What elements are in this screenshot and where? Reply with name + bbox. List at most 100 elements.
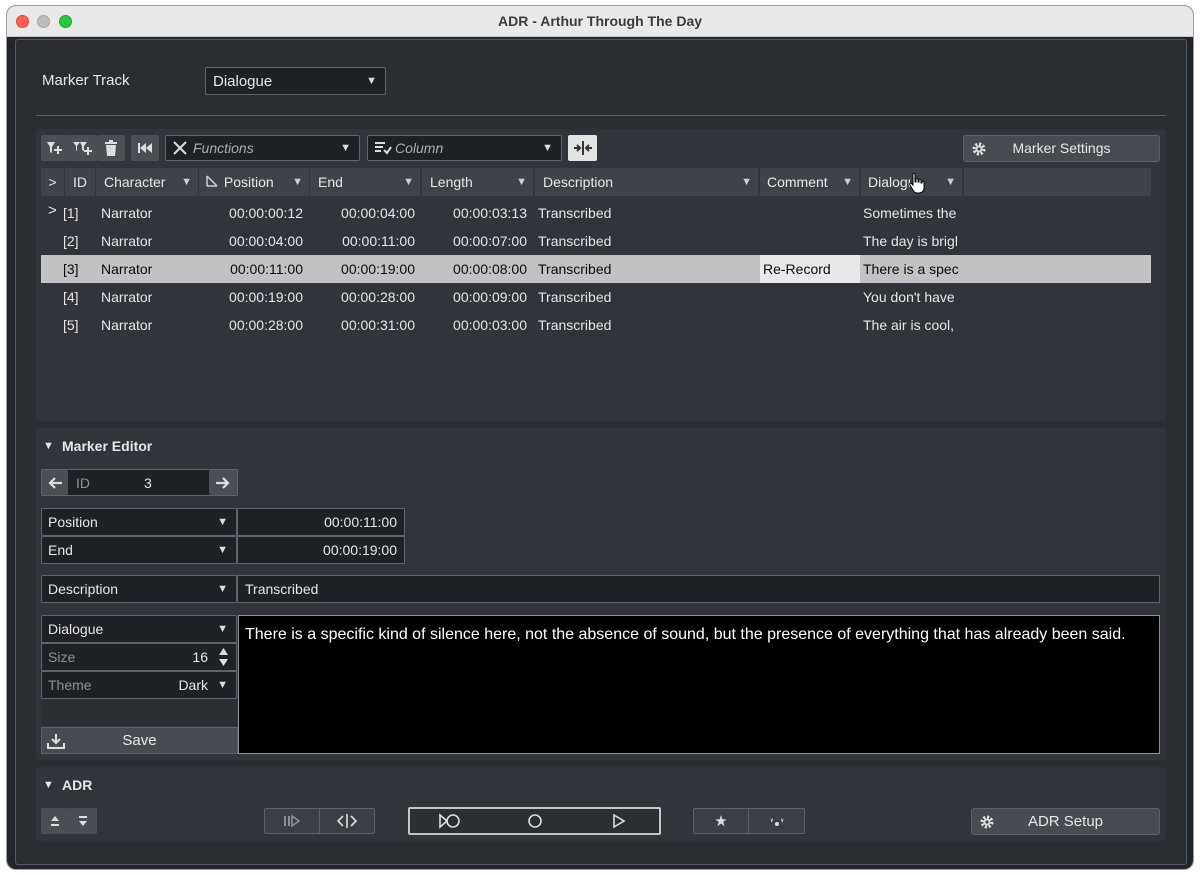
- size-label: Size: [48, 649, 76, 665]
- theme-label: Theme: [48, 677, 92, 693]
- text-field-selector[interactable]: Dialogue ▼: [41, 615, 237, 643]
- position-field-selector[interactable]: Position ▼: [41, 508, 237, 536]
- fit-columns-icon[interactable]: [568, 135, 597, 161]
- previous-marker-button[interactable]: [42, 470, 68, 495]
- size-stepper-icon[interactable]: [218, 647, 229, 667]
- column-header-character[interactable]: Character ▼: [96, 168, 198, 196]
- move-down-icon[interactable]: [69, 808, 97, 834]
- move-up-icon[interactable]: [41, 808, 69, 834]
- add-multiple-markers-icon[interactable]: [69, 135, 97, 161]
- column-header-expand-label: >: [48, 174, 57, 190]
- close-window-button[interactable]: [16, 15, 29, 28]
- adr-setup-button[interactable]: ADR Setup: [971, 808, 1160, 835]
- minimize-window-button[interactable]: [37, 15, 50, 28]
- chevron-down-icon: ▼: [542, 142, 553, 154]
- cell-end: 00:00:31:00: [341, 317, 415, 333]
- column-header-length[interactable]: Length ▼: [422, 168, 533, 196]
- column-header-end[interactable]: End ▼: [310, 168, 420, 196]
- trash-icon[interactable]: [97, 135, 125, 161]
- theme-selector[interactable]: Theme Dark ▼: [41, 671, 237, 699]
- chevron-down-icon: ▼: [217, 544, 228, 556]
- chevron-down-icon: ▼: [181, 176, 192, 188]
- cell-length: 00:00:07:00: [453, 233, 527, 249]
- column-header-position[interactable]: Position ▼: [199, 168, 309, 196]
- cell-comment: Re-Record: [763, 261, 831, 277]
- split-range-icon[interactable]: [320, 809, 374, 833]
- chevron-down-icon: ▼: [842, 176, 853, 188]
- end-value-field[interactable]: 00:00:19:00: [237, 536, 405, 564]
- chevron-down-icon: ▼: [741, 176, 752, 188]
- table-row[interactable]: [3] Narrator 00:00:11:00 00:00:19:00 00:00:0…: [41, 255, 1151, 283]
- cell-id: [2]: [63, 233, 79, 249]
- column-header-expand[interactable]: >: [41, 168, 64, 196]
- cell-position: 00:00:04:00: [229, 233, 303, 249]
- dialogue-label: Dialogue: [48, 621, 104, 637]
- pre-roll-icon[interactable]: [265, 809, 319, 833]
- go-to-start-icon[interactable]: [131, 135, 159, 161]
- column-header-id[interactable]: ID: [65, 168, 95, 196]
- table-row[interactable]: > [1] Narrator 00:00:00:12 00:00:04:00 00:00:…: [41, 199, 1151, 227]
- cell-expand[interactable]: [48, 311, 64, 339]
- chevron-down-icon: ▼: [217, 583, 228, 595]
- cell-expand[interactable]: [48, 227, 64, 255]
- cell-dialogue: The day is brigl: [863, 233, 958, 249]
- table-row[interactable]: [4] Narrator 00:00:19:00 00:00:28:00 00:00:0…: [41, 283, 1151, 311]
- cell-description: Transcribed: [538, 289, 612, 305]
- cell-id: [1]: [63, 205, 79, 221]
- cell-expand[interactable]: >: [48, 199, 64, 227]
- cell-character: Narrator: [101, 289, 153, 305]
- size-row: Size 16: [41, 643, 237, 671]
- play-icon[interactable]: [578, 809, 660, 833]
- end-field-selector[interactable]: End ▼: [41, 536, 237, 564]
- id-label: ID: [76, 475, 90, 491]
- table-row[interactable]: [5] Narrator 00:00:28:00 00:00:31:00 00:00:0…: [41, 311, 1151, 339]
- cell-length: 00:00:09:00: [453, 289, 527, 305]
- dialogue-text-editor[interactable]: There is a specific kind of silence here…: [238, 615, 1160, 754]
- chevron-down-icon: ▼: [340, 142, 351, 154]
- description-value-field[interactable]: Transcribed: [237, 575, 1160, 603]
- collapse-triangle-icon[interactable]: ▼: [43, 777, 54, 793]
- column-header-description[interactable]: Description ▼: [535, 168, 758, 196]
- record-icon[interactable]: [493, 809, 577, 833]
- tools-icon: [172, 140, 188, 156]
- cell-end: 00:00:11:00: [342, 233, 415, 249]
- cell-expand[interactable]: [48, 255, 64, 283]
- functions-placeholder: Functions: [193, 140, 254, 156]
- save-label: Save: [122, 732, 157, 749]
- marker-track-dropdown[interactable]: Dialogue ▼: [205, 67, 386, 95]
- cell-expand[interactable]: [48, 283, 64, 311]
- star-icon[interactable]: ★: [694, 809, 748, 833]
- cell-description: Transcribed: [538, 205, 612, 221]
- column-header-comment[interactable]: Comment ▼: [760, 168, 859, 196]
- chevron-down-icon: ▼: [217, 623, 228, 635]
- table-row[interactable]: [2] Narrator 00:00:04:00 00:00:11:00 00:00:0…: [41, 227, 1151, 255]
- position-value-field[interactable]: 00:00:11:00: [237, 508, 405, 536]
- column-dropdown[interactable]: Column ▼: [367, 135, 562, 161]
- title-bar: ADR - Arthur Through The Day: [7, 6, 1193, 37]
- cell-position: 00:00:00:12: [229, 205, 303, 221]
- scatter-markers-icon[interactable]: [749, 809, 804, 833]
- description-field-selector[interactable]: Description ▼: [41, 575, 237, 603]
- collapse-triangle-icon[interactable]: ▼: [43, 438, 54, 454]
- chevron-down-icon: ▼: [516, 176, 527, 188]
- id-value[interactable]: 3: [144, 475, 152, 491]
- window-title: ADR - Arthur Through The Day: [497, 13, 703, 29]
- marker-settings-button[interactable]: Marker Settings: [963, 135, 1160, 162]
- adr-title: ADR: [62, 777, 93, 793]
- column-list-icon: [374, 141, 392, 155]
- cell-end: 00:00:04:00: [341, 205, 415, 221]
- size-value[interactable]: 16: [192, 649, 208, 665]
- zoom-window-button[interactable]: [59, 15, 72, 28]
- cell-position: 00:00:19:00: [229, 289, 303, 305]
- cell-comment: [763, 227, 859, 255]
- next-marker-button[interactable]: [209, 470, 237, 495]
- rehearse-loop-icon[interactable]: [410, 809, 492, 833]
- cell-description: Transcribed: [538, 261, 612, 277]
- cell-length: 00:00:08:00: [453, 261, 527, 277]
- save-button[interactable]: Save: [41, 727, 238, 754]
- functions-dropdown[interactable]: Functions ▼: [165, 135, 360, 161]
- chevron-down-icon: ▼: [217, 516, 228, 528]
- cell-description: Transcribed: [538, 317, 612, 333]
- add-marker-icon[interactable]: [41, 135, 69, 161]
- cell-character: Narrator: [101, 205, 153, 221]
